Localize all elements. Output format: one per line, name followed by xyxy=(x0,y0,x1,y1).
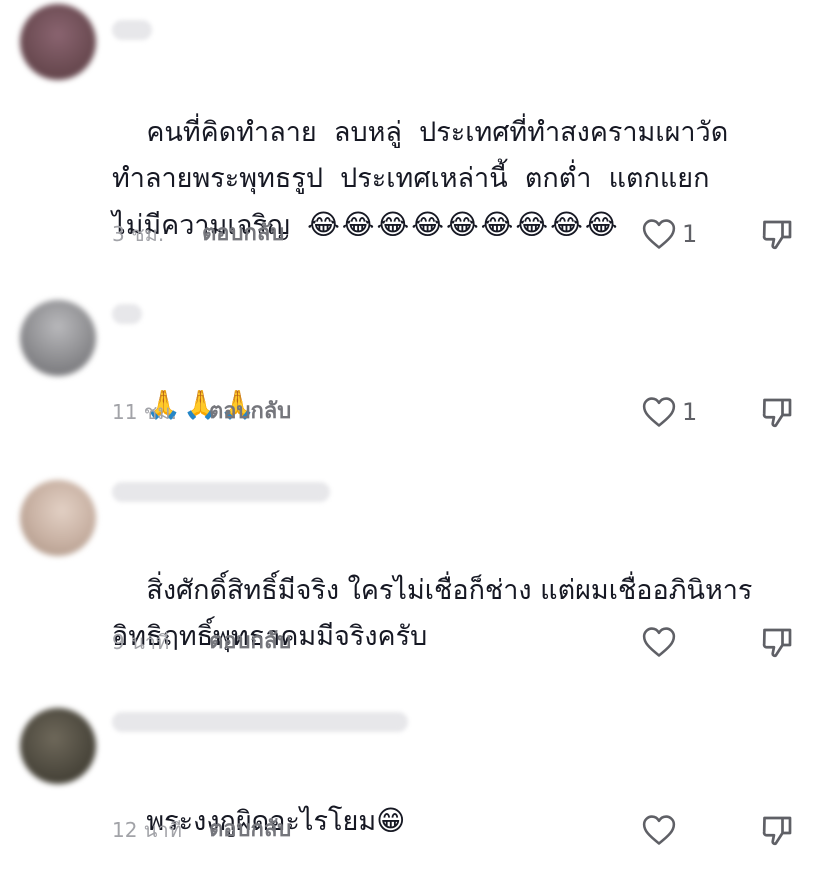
comment-time: 12 นาที xyxy=(112,818,182,842)
like-button[interactable]: 1 xyxy=(642,216,712,252)
comment-time: 9 นาที xyxy=(112,630,170,654)
avatar[interactable] xyxy=(20,708,96,784)
like-count: 1 xyxy=(682,220,698,248)
thumbs-down-icon[interactable] xyxy=(760,216,796,252)
username-blurred[interactable] xyxy=(112,482,330,502)
comment-text: สิ่งศักดิ์สิทธิ์มีจริง ใครไม่เชื่อก็ช่าง… xyxy=(112,522,758,652)
avatar[interactable] xyxy=(20,300,96,376)
avatar[interactable] xyxy=(20,4,96,80)
comment-text: พระงงกูผิดอะไรโยม😁 xyxy=(112,752,758,837)
username-blurred[interactable] xyxy=(112,304,142,324)
username-blurred[interactable] xyxy=(112,20,152,40)
like-button[interactable] xyxy=(642,624,712,660)
comment-time: 3 ชม. xyxy=(112,222,165,246)
comment-meta: 3 ชม. ตอบกลับ 1 xyxy=(112,214,828,254)
heart-icon xyxy=(642,815,676,845)
reply-button[interactable]: ตอบกลับ xyxy=(209,810,291,850)
reply-button[interactable]: ตอบกลับ xyxy=(202,214,284,254)
like-count: 1 xyxy=(682,398,698,426)
heart-icon xyxy=(642,627,676,657)
reply-button[interactable]: ตอบกลับ xyxy=(209,392,291,432)
reply-button[interactable]: ตอบกลับ xyxy=(209,622,291,662)
comment-time: 11 ชม. xyxy=(112,400,177,424)
heart-icon xyxy=(642,397,676,427)
comment-text: 🙏🙏🙏 xyxy=(112,336,758,421)
thumbs-down-icon[interactable] xyxy=(760,812,796,848)
like-button[interactable] xyxy=(642,812,712,848)
username-blurred[interactable] xyxy=(112,712,408,732)
comment-meta: 11 ชม. ตอบกลับ 1 xyxy=(112,392,828,432)
thumbs-down-icon[interactable] xyxy=(760,624,796,660)
comment-meta: 12 นาที ตอบกลับ xyxy=(112,810,828,850)
like-button[interactable]: 1 xyxy=(642,394,712,430)
thumbs-down-icon[interactable] xyxy=(760,394,796,430)
comment-text: คนที่คิดทำลาย ลบหลู่ ประเทศที่ทำสงครามเผ… xyxy=(112,64,758,241)
heart-icon xyxy=(642,219,676,249)
comment-meta: 9 นาที ตอบกลับ xyxy=(112,622,828,662)
avatar[interactable] xyxy=(20,480,96,556)
